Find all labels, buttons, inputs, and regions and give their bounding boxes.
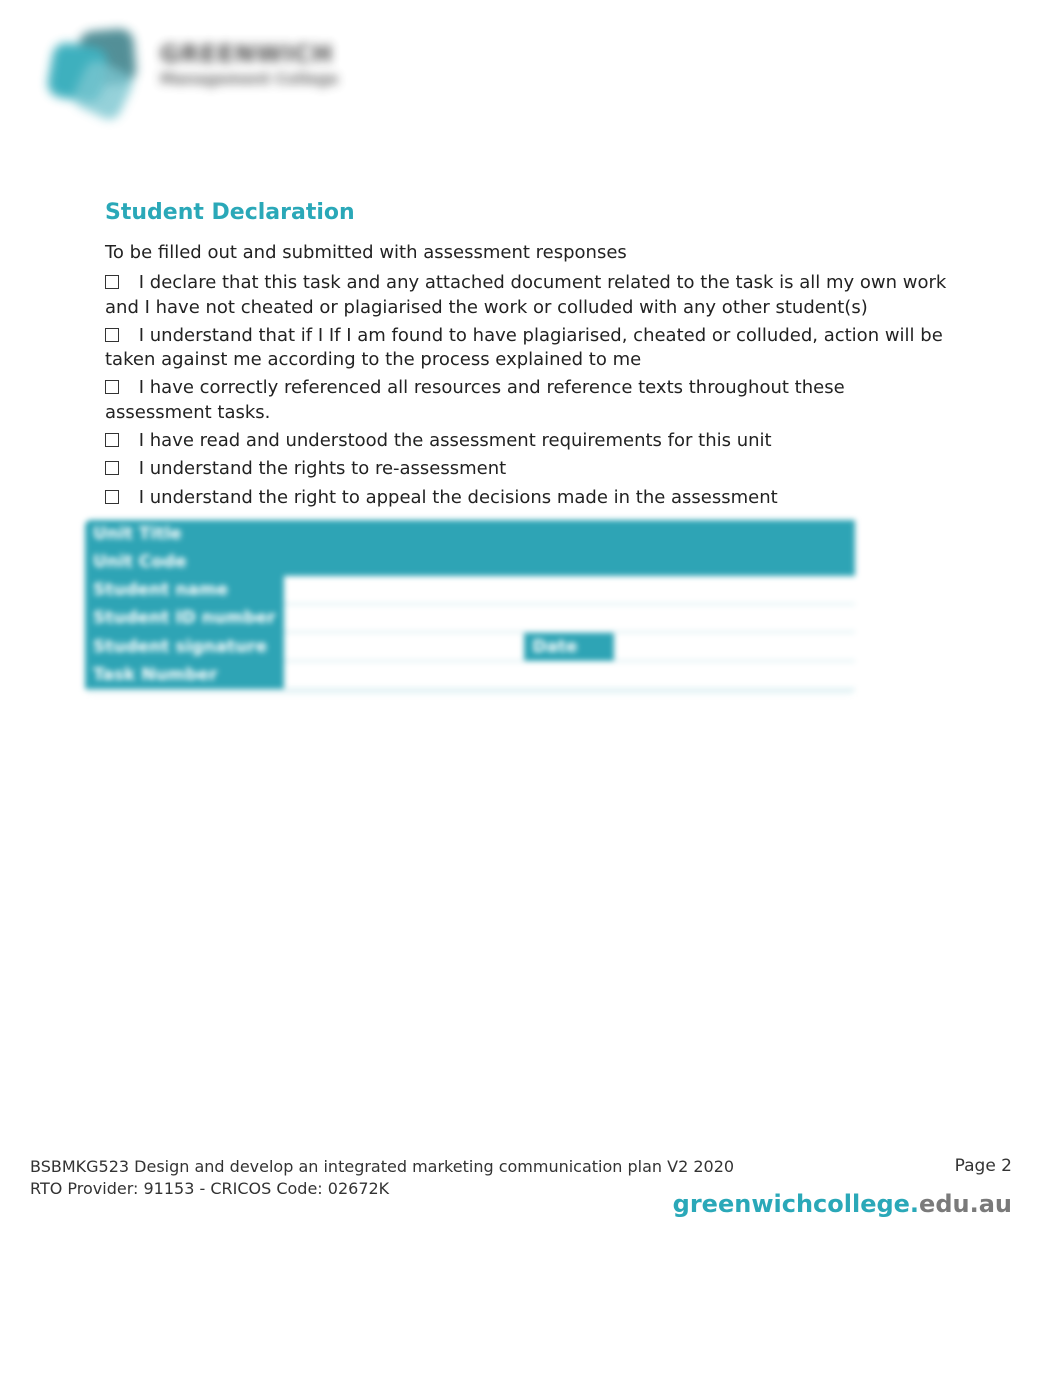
declaration-item: I understand the rights to re-assessment bbox=[105, 457, 950, 481]
logo: GREENWICH Management College bbox=[30, 20, 390, 130]
student-id-value[interactable] bbox=[284, 604, 855, 632]
content-block: Student Declaration To be filled out and… bbox=[105, 200, 950, 514]
declaration-item: I understand the right to appeal the dec… bbox=[105, 486, 950, 510]
unit-title-label: Unit Title bbox=[85, 520, 284, 548]
task-number-label: Task Number bbox=[85, 661, 284, 689]
logo-mark bbox=[50, 30, 145, 115]
checkbox-icon[interactable] bbox=[105, 328, 119, 342]
footer-course-line: BSBMKG523 Design and develop an integrat… bbox=[30, 1156, 1032, 1178]
declaration-text: I understand that if I If I am found to … bbox=[105, 325, 943, 370]
date-value[interactable] bbox=[614, 632, 855, 661]
declaration-text: I have read and understood the assessmen… bbox=[139, 430, 772, 451]
student-signature-value[interactable] bbox=[284, 632, 525, 661]
declaration-item: I understand that if I If I am found to … bbox=[105, 324, 950, 373]
page-number: Page 2 bbox=[955, 1156, 1012, 1176]
checkbox-icon[interactable] bbox=[105, 275, 119, 289]
declaration-text: I have correctly referenced all resource… bbox=[105, 377, 845, 422]
declaration-item: I have correctly referenced all resource… bbox=[105, 376, 950, 425]
section-heading: Student Declaration bbox=[105, 200, 950, 225]
footer-website: greenwichcollege.edu.au bbox=[673, 1190, 1012, 1218]
footer-website-rest: edu.au bbox=[919, 1190, 1012, 1218]
student-form-table: Unit Title Unit Code Student name Studen… bbox=[85, 520, 855, 694]
logo-line2: Management College bbox=[160, 70, 338, 88]
logo-text: GREENWICH Management College bbox=[160, 40, 338, 88]
logo-line1: GREENWICH bbox=[160, 40, 338, 68]
task-number-value-b[interactable] bbox=[524, 661, 855, 689]
checkbox-icon[interactable] bbox=[105, 433, 119, 447]
declaration-text: I understand the rights to re-assessment bbox=[139, 458, 506, 479]
page-footer: BSBMKG523 Design and develop an integrat… bbox=[30, 1156, 1032, 1236]
date-label: Date bbox=[524, 632, 614, 661]
checkbox-icon[interactable] bbox=[105, 490, 119, 504]
declaration-item: I have read and understood the assessmen… bbox=[105, 429, 950, 453]
footer-website-bold: greenwichcollege. bbox=[673, 1190, 919, 1218]
declaration-text: I declare that this task and any attache… bbox=[105, 272, 946, 317]
unit-code-value bbox=[284, 548, 855, 576]
task-number-value-a[interactable] bbox=[284, 661, 525, 689]
intro-text: To be filled out and submitted with asse… bbox=[105, 241, 950, 265]
declaration-text: I understand the right to appeal the dec… bbox=[139, 487, 778, 508]
unit-title-value bbox=[284, 520, 855, 548]
student-id-label: Student ID number bbox=[85, 604, 284, 632]
student-name-value[interactable] bbox=[284, 576, 855, 604]
checkbox-icon[interactable] bbox=[105, 461, 119, 475]
student-name-label: Student name bbox=[85, 576, 284, 604]
checkbox-icon[interactable] bbox=[105, 380, 119, 394]
unit-code-label: Unit Code bbox=[85, 548, 284, 576]
document-page: GREENWICH Management College Student Dec… bbox=[0, 0, 1062, 1376]
student-signature-label: Student signature bbox=[85, 632, 284, 661]
declaration-item: I declare that this task and any attache… bbox=[105, 271, 950, 320]
